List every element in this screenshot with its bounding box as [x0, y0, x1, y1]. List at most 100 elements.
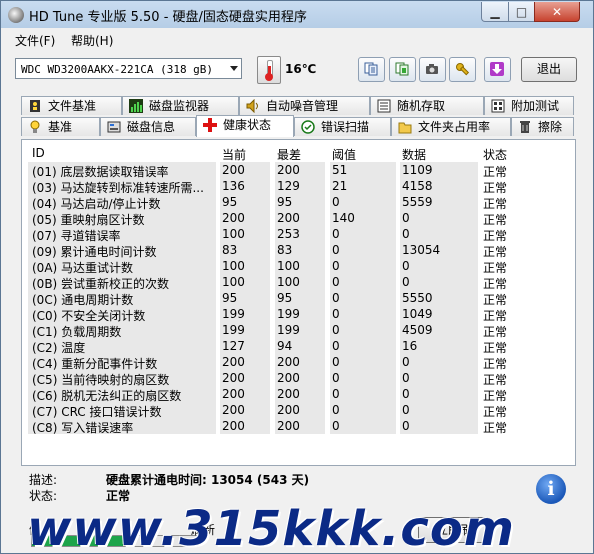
cell-worst: 199 [277, 323, 300, 337]
error-scan-icon [301, 120, 315, 134]
cell-worst: 100 [277, 259, 300, 273]
thermometer-icon [257, 56, 281, 84]
header-data[interactable]: 数据 [402, 146, 426, 163]
watermark-text: www.315kkk.com [27, 501, 515, 554]
cell-data: 0 [402, 259, 410, 273]
menu-file[interactable]: 文件(F) [15, 32, 55, 49]
description-label: 描述: [29, 473, 58, 487]
cell-worst: 199 [277, 307, 300, 321]
table-row[interactable]: (01) 底层数据读取错误率 200 200 51 1109 正常 [28, 162, 568, 179]
table-row[interactable]: (C0) 不安全关闭计数 199 199 0 1049 正常 [28, 306, 568, 323]
tab-health[interactable]: 健康状态 [196, 115, 294, 137]
copy-text-icon [364, 62, 378, 76]
title-bar[interactable]: HD Tune 专业版 5.50 - 硬盘/固态硬盘实用程序 ▁ □ ✕ [1, 1, 593, 28]
save-button[interactable] [484, 57, 511, 82]
tab-error-scan[interactable]: 错误扫描 [294, 117, 391, 136]
header-worst[interactable]: 最差 [277, 146, 301, 163]
cell-background [330, 194, 396, 210]
header-status[interactable]: 状态 [483, 146, 507, 163]
info-icon[interactable]: i [536, 474, 566, 504]
cell-data: 16 [402, 339, 418, 353]
table-row[interactable]: (C6) 脱机无法纠正的扇区数 200 200 0 0 正常 [28, 386, 568, 403]
tab-erase[interactable]: 擦除 [511, 117, 574, 136]
copy-info-button[interactable] [389, 57, 416, 82]
cell-background [330, 226, 396, 242]
cell-data: 1049 [402, 307, 433, 321]
tab-random-access[interactable]: 随机存取 [370, 96, 484, 115]
cell-data: 13054 [402, 243, 441, 257]
cell-data: 0 [402, 211, 410, 225]
health-cross-icon [203, 118, 217, 132]
table-row[interactable]: (C2) 温度 127 94 0 16 正常 [28, 338, 568, 355]
options-button[interactable] [449, 57, 476, 82]
tab-file-benchmark[interactable]: 文件基准 [21, 96, 122, 115]
extra-tests-icon [491, 99, 505, 113]
tab-disk-monitor[interactable]: 磁盘监视器 [122, 96, 239, 115]
table-row[interactable]: (C8) 写入错误速率 200 200 0 0 正常 [28, 418, 568, 435]
cell-background [400, 226, 478, 242]
table-row[interactable]: (C7) CRC 接口错误计数 200 200 0 0 正常 [28, 402, 568, 419]
table-row[interactable]: (07) 寻道错误率 100 253 0 0 正常 [28, 226, 568, 243]
table-row[interactable]: (04) 马达启动/停止计数 95 95 0 5559 正常 [28, 194, 568, 211]
table-row[interactable]: (0B) 尝试重新校正的次数 100 100 0 0 正常 [28, 274, 568, 291]
table-row[interactable]: (C5) 当前待映射的扇区数 200 200 0 0 正常 [28, 370, 568, 387]
cell-background [330, 386, 396, 402]
cell-current: 83 [222, 243, 238, 257]
screenshot-button[interactable] [419, 57, 446, 82]
table-row[interactable]: (C4) 重新分配事件计数 200 200 0 0 正常 [28, 354, 568, 371]
cell-data: 0 [402, 387, 410, 401]
cell-current: 100 [222, 227, 245, 241]
hd-tune-app-icon [8, 7, 24, 23]
cell-worst: 129 [277, 179, 300, 193]
trash-icon [520, 121, 530, 133]
disk-info-icon [107, 121, 121, 133]
exit-button[interactable]: 退出 [521, 57, 577, 82]
cell-data: 1109 [402, 163, 433, 177]
cell-worst: 200 [277, 371, 300, 385]
cell-threshold: 0 [332, 243, 340, 257]
cell-background [400, 370, 478, 386]
table-row[interactable]: (C1) 负载周期数 199 199 0 4509 正常 [28, 322, 568, 339]
minimize-button[interactable]: ▁ [481, 2, 509, 22]
table-row[interactable]: (03) 马达旋转到标准转速所需... 136 129 21 4158 正常 [28, 178, 568, 195]
cell-background [330, 242, 396, 258]
cell-background [400, 274, 478, 290]
menu-help[interactable]: 帮助(H) [71, 32, 113, 49]
cell-worst: 200 [277, 211, 300, 225]
window-title: HD Tune 专业版 5.50 - 硬盘/固态硬盘实用程序 [29, 10, 307, 25]
cell-background [400, 386, 478, 402]
table-row[interactable]: (09) 累计通电时间计数 83 83 0 13054 正常 [28, 242, 568, 259]
tab-folder-usage[interactable]: 文件夹占用率 [391, 117, 511, 136]
tab-extra-tests[interactable]: 附加测试 [484, 96, 574, 115]
tab-disk-info[interactable]: 磁盘信息 [100, 117, 196, 136]
drive-select[interactable]: WDC WD3200AAKX-221CA (318 gB) [15, 58, 242, 79]
copy-text-button[interactable] [358, 57, 385, 82]
folder-icon [398, 122, 412, 134]
cell-worst: 95 [277, 291, 293, 305]
cell-threshold: 21 [332, 179, 348, 193]
cell-worst: 200 [277, 387, 300, 401]
table-row[interactable]: (05) 重映射扇区计数 200 200 140 0 正常 [28, 210, 568, 227]
cell-current: 100 [222, 259, 245, 273]
cell-data: 0 [402, 371, 410, 385]
cell-threshold: 51 [332, 163, 348, 177]
speaker-icon [246, 99, 258, 113]
maximize-button[interactable]: □ [508, 2, 535, 22]
table-row[interactable]: (0C) 通电周期计数 95 95 0 5550 正常 [28, 290, 568, 307]
cell-worst: 200 [277, 419, 300, 433]
cell-background [400, 402, 478, 418]
table-row[interactable]: (0A) 马达重试计数 100 100 0 0 正常 [28, 258, 568, 275]
screenshot-camera-icon [426, 64, 438, 74]
header-id[interactable]: ID [32, 146, 45, 160]
header-current[interactable]: 当前 [222, 146, 246, 163]
cell-id: (C8) 写入错误速率 [32, 421, 134, 435]
close-button[interactable]: ✕ [534, 2, 580, 22]
menu-bar: 文件(F) 帮助(H) [1, 28, 593, 51]
cell-threshold: 0 [332, 371, 340, 385]
header-threshold[interactable]: 阈值 [332, 146, 356, 163]
tab-aam[interactable]: 自动噪音管理 [239, 96, 370, 115]
cell-background [400, 418, 478, 434]
cell-data: 0 [402, 419, 410, 433]
tab-benchmark[interactable]: 基准 [21, 117, 100, 136]
cell-current: 200 [222, 355, 245, 369]
